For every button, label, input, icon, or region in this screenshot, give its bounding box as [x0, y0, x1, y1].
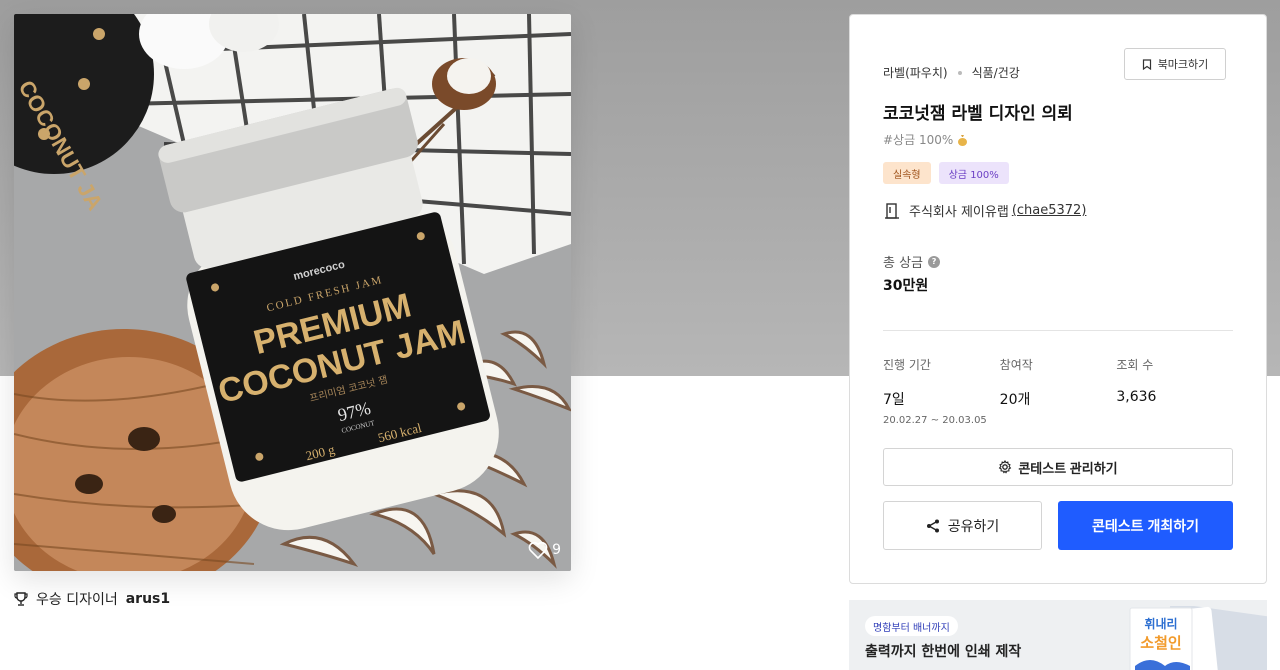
money-bag-icon	[958, 134, 968, 146]
manage-label: 콘테스트 관리하기	[1018, 460, 1118, 476]
hashtag-text: #상금 100%	[883, 133, 954, 147]
stat-label: 진행 기간	[883, 358, 931, 372]
stat-date-range: 20.02.27 ~ 20.03.05	[883, 415, 987, 426]
host-label: 콘테스트 개최하기	[1092, 517, 1199, 534]
bookmark-icon	[1142, 58, 1151, 70]
total-prize-value: 30만원	[883, 278, 929, 294]
host-company[interactable]: 주식회사 제이유랩 (chae5372)	[885, 201, 1086, 220]
winner-designer: 우승 디자이너 arus1	[14, 589, 170, 609]
stat-entries: 참여작 20개	[1000, 356, 1117, 426]
contest-hashtag: #상금 100%	[883, 131, 968, 148]
share-icon	[926, 519, 939, 532]
contest-stats: 진행 기간 7일 20.02.27 ~ 20.03.05 참여작 20개 조회 …	[883, 356, 1233, 426]
category-primary[interactable]: 라벨(파우치)	[883, 64, 948, 81]
badge-value-type: 실속형	[883, 162, 931, 184]
ad-pill: 명함부터 배너까지	[865, 616, 958, 636]
building-icon	[885, 202, 899, 219]
ad-headline: 출력까지 한번에 인쇄 제작	[865, 644, 1022, 660]
breadcrumb-separator	[957, 70, 962, 75]
badge-prize-full: 상금 100%	[938, 162, 1009, 184]
share-button[interactable]: 공유하기	[883, 501, 1042, 550]
host-contest-button[interactable]: 콘테스트 개최하기	[1058, 501, 1233, 550]
badge-list: 실속형 상금 100%	[883, 162, 1009, 184]
stat-label: 참여작	[999, 358, 1033, 372]
winner-label: 우승 디자이너	[36, 592, 118, 608]
like-count-value: 9	[552, 542, 561, 558]
trophy-icon	[14, 592, 28, 606]
share-label: 공유하기	[947, 517, 1000, 534]
total-prize-label: 총 상금 ?	[883, 252, 941, 271]
contest-title: 코코넛잼 라벨 디자인 의뢰	[883, 104, 1073, 124]
contest-info-card: 라벨(파우치) 식품/건강 북마크하기 코코넛잼 라벨 디자인 의뢰 #상금 1…	[849, 14, 1267, 584]
category-breadcrumb: 라벨(파우치) 식품/건강	[883, 64, 1020, 81]
category-secondary[interactable]: 식품/건강	[972, 64, 1020, 81]
like-count[interactable]: 9	[528, 541, 561, 559]
bookmark-label: 북마크하기	[1157, 59, 1209, 71]
ad-art-text-1: 휘내리	[1144, 616, 1177, 631]
bookmark-button[interactable]: 북마크하기	[1124, 48, 1226, 80]
product-photo: COCONUT JA morecoco COLD FRESH JAM PREMI…	[14, 14, 571, 571]
stat-value: 3,636	[1116, 389, 1157, 405]
gear-icon	[999, 460, 1012, 474]
divider	[883, 330, 1233, 331]
stat-value: 7일	[883, 392, 905, 408]
ad-banner[interactable]: 명함부터 배너까지 출력까지 한번에 인쇄 제작 휘내리 소철인	[849, 600, 1267, 670]
stat-duration: 진행 기간 7일 20.02.27 ~ 20.03.05	[883, 356, 1000, 426]
company-handle[interactable]: (chae5372)	[1012, 203, 1087, 218]
product-image[interactable]: COCONUT JA morecoco COLD FRESH JAM PREMI…	[14, 14, 571, 571]
stat-views: 조회 수 3,636	[1116, 356, 1233, 426]
prize-label-text: 총 상금	[883, 256, 924, 271]
heart-icon	[528, 541, 548, 559]
stat-value: 20개	[999, 392, 1031, 408]
help-icon[interactable]: ?	[928, 255, 941, 268]
ad-illustration: 휘내리 소철인	[1129, 606, 1267, 670]
stat-label: 조회 수	[1116, 358, 1154, 372]
ad-art-text-2: 소철인	[1140, 634, 1181, 652]
company-name: 주식회사 제이유랩	[909, 205, 1009, 220]
winner-name[interactable]: arus1	[126, 591, 170, 607]
manage-contest-button[interactable]: 콘테스트 관리하기	[883, 448, 1233, 486]
